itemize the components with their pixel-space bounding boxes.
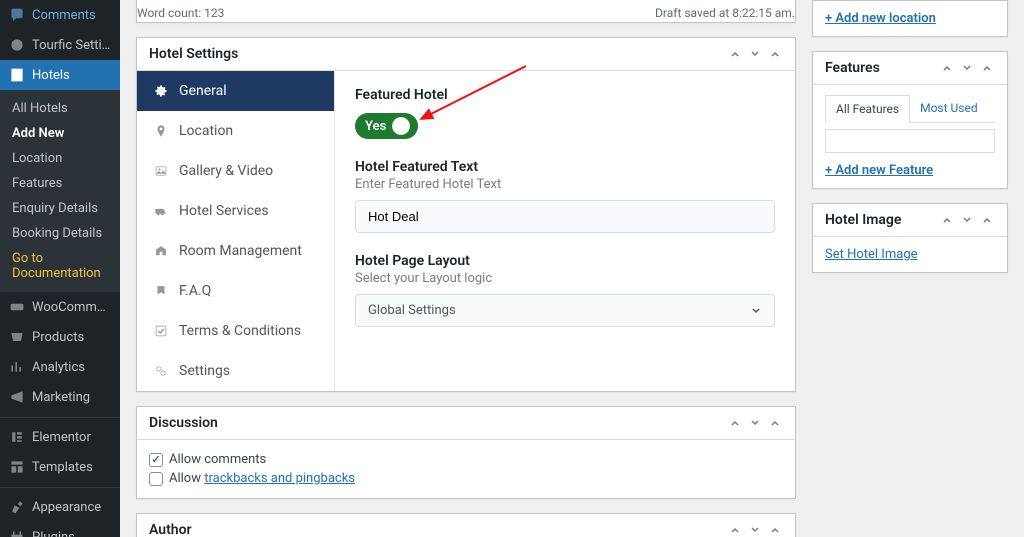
settings-tab-gallery[interactable]: Gallery & Video [137,151,334,191]
tab-all-features[interactable]: All Features [825,95,910,123]
panel-title-author: Author [149,522,192,537]
products-icon [8,328,26,346]
allow-comments-checkbox[interactable] [149,453,163,467]
marketing-icon [8,388,26,406]
sidebar-item-tourfic[interactable]: Tourfic Settings [0,30,120,60]
word-count: Word count: 123 [137,6,224,20]
tab-most-used[interactable]: Most Used [910,95,988,122]
set-hotel-image-link[interactable]: Set Hotel Image [825,247,918,262]
panel-up-icon[interactable] [727,415,743,431]
hotel-icon [8,66,26,84]
submenu-add-new[interactable]: Add New [0,121,120,146]
settings-tab-general[interactable]: General [137,71,334,111]
panel-down-icon[interactable] [747,415,763,431]
sidebar-item-products[interactable]: Products [0,322,120,352]
page-layout-select[interactable]: Global Settings [355,294,775,327]
draft-saved: Draft saved at 8:22:15 am. [655,6,795,20]
submenu-enquiry[interactable]: Enquiry Details [0,196,120,221]
panel-toggle-icon[interactable] [979,60,995,76]
room-icon [153,243,169,259]
templates-icon [8,458,26,476]
panel-down-icon[interactable] [959,212,975,228]
features-box[interactable] [825,129,995,153]
submenu-location[interactable]: Location [0,146,120,171]
panel-title-discussion: Discussion [149,415,218,431]
gear-icon [153,83,169,99]
settings-tab-terms[interactable]: Terms & Conditions [137,311,334,351]
panel-toggle-icon[interactable] [767,522,783,537]
author-panel: Author suza (suza) [136,513,796,537]
hotel-image-panel: Hotel Image Set Hotel Image [812,203,1008,273]
van-icon [153,203,169,219]
sidebar-item-marketing[interactable]: Marketing [0,382,120,412]
settings-tab-faq[interactable]: F.A.Q [137,271,334,311]
submenu-features[interactable]: Features [0,171,120,196]
settings-tabs: General Location Gallery & Video Hotel S… [137,71,335,391]
tourfic-icon [8,36,26,54]
woo-icon [8,298,26,316]
submenu-all-hotels[interactable]: All Hotels [0,96,120,121]
panel-toggle-icon[interactable] [767,46,783,62]
featured-text-label: Hotel Featured Text [355,159,775,175]
faq-icon [153,283,169,299]
allow-trackbacks-row[interactable]: Allow trackbacks and pingbacks [149,469,783,488]
appearance-icon [8,498,26,516]
comment-icon [8,6,26,24]
featured-hotel-toggle[interactable]: Yes [355,113,418,139]
panel-title-hotel-settings: Hotel Settings [149,46,238,62]
featured-hotel-label: Featured Hotel [355,87,775,103]
panel-up-icon[interactable] [727,522,743,537]
panel-down-icon[interactable] [747,46,763,62]
check-icon [153,323,169,339]
sidebar-item-hotels[interactable]: Hotels [0,60,120,90]
add-location-link[interactable]: + Add new location [825,11,936,26]
image-icon [153,163,169,179]
settings-tab-location[interactable]: Location [137,111,334,151]
sidebar-item-analytics[interactable]: Analytics [0,352,120,382]
panel-up-icon[interactable] [727,46,743,62]
page-layout-desc: Select your Layout logic [355,271,775,286]
allow-trackbacks-checkbox[interactable] [149,472,163,486]
features-panel: Features All Features Most Used [812,51,1008,189]
panel-up-icon[interactable] [939,212,955,228]
discussion-panel: Discussion Allow comments [136,406,796,499]
panel-toggle-icon[interactable] [979,212,995,228]
panel-down-icon[interactable] [959,60,975,76]
submenu-docs[interactable]: Go to Documentation [0,246,120,286]
settings-tab-settings[interactable]: Settings [137,351,334,391]
analytics-icon [8,358,26,376]
plugins-icon [8,528,26,537]
hotels-submenu: All Hotels Add New Location Features Enq… [0,90,120,292]
hotel-settings-panel: Hotel Settings General Location Gallery … [136,37,796,392]
trackbacks-link[interactable]: trackbacks and pingbacks [204,471,355,486]
featured-text-input[interactable] [355,200,775,233]
panel-title-hotel-image: Hotel Image [825,212,901,228]
elementor-icon [8,428,26,446]
featured-text-desc: Enter Featured Hotel Text [355,177,775,192]
allow-comments-row[interactable]: Allow comments [149,450,783,469]
panel-up-icon[interactable] [939,60,955,76]
page-layout-label: Hotel Page Layout [355,253,775,269]
chevron-down-icon [750,305,762,317]
panel-title-features: Features [825,60,880,76]
panel-toggle-icon[interactable] [767,415,783,431]
settings-tab-room[interactable]: Room Management [137,231,334,271]
toggle-knob [392,117,410,135]
admin-sidebar: Comments Tourfic Settings Hotels All Hot… [0,0,120,537]
add-feature-link[interactable]: + Add new Feature [825,163,933,178]
sidebar-item-plugins[interactable]: Plugins [0,522,120,537]
panel-down-icon[interactable] [747,522,763,537]
submenu-booking[interactable]: Booking Details [0,221,120,246]
sidebar-item-appearance[interactable]: Appearance [0,492,120,522]
sidebar-item-elementor[interactable]: Elementor [0,422,120,452]
settings-tab-services[interactable]: Hotel Services [137,191,334,231]
sidebar-item-templates[interactable]: Templates [0,452,120,482]
cog-icon [153,363,169,379]
sidebar-item-woocommerce[interactable]: WooCommerce [0,292,120,322]
pin-icon [153,123,169,139]
sidebar-item-comments[interactable]: Comments [0,0,120,30]
